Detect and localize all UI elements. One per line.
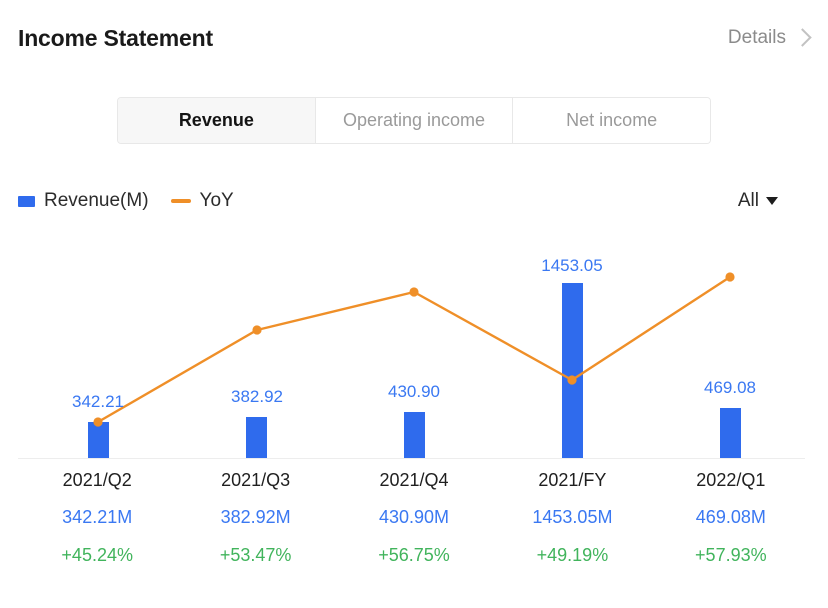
- bar-label-2021-fy: 1453.05: [541, 256, 602, 275]
- legend-line-swatch-icon: [170, 199, 191, 203]
- bar-label-2021-q4: 430.90: [388, 382, 440, 401]
- legend-label-revenue: Revenue(M): [44, 190, 149, 211]
- table-column-2022-q1: 2022/Q1 469.08M +57.93%: [652, 462, 810, 574]
- revenue-value: 1453.05M: [532, 506, 613, 527]
- revenue-value: 382.92M: [220, 506, 291, 527]
- details-label: Details: [727, 27, 786, 48]
- bar-2021-q3[interactable]: [246, 417, 267, 458]
- range-selector[interactable]: All: [738, 190, 810, 212]
- tab-group: Revenue Operating income Net income: [117, 97, 711, 144]
- chart-axis-baseline: [18, 458, 805, 459]
- table-column-2021-fy: 2021/FY 1453.05M +49.19%: [493, 462, 651, 574]
- bar-2021-q4[interactable]: [404, 412, 425, 458]
- yoy-point-2021-q4[interactable]: [409, 287, 419, 297]
- details-link[interactable]: Details: [728, 27, 808, 49]
- yoy-change: +53.47%: [219, 544, 292, 565]
- revenue-value: 469.08M: [695, 506, 766, 527]
- period-label: 2021/Q3: [221, 469, 291, 490]
- page-title: Income Statement: [18, 24, 213, 51]
- yoy-change: +49.19%: [536, 544, 609, 565]
- tab-operating-income[interactable]: Operating income: [315, 98, 514, 143]
- bar-2021-fy[interactable]: [562, 283, 583, 458]
- legend-label-yoy: YoY: [199, 190, 234, 211]
- period-label: 2022/Q1: [696, 469, 766, 490]
- tab-net-income[interactable]: Net income: [513, 98, 710, 143]
- yoy-point-2021-q2[interactable]: [93, 417, 103, 427]
- yoy-line-series: [93, 272, 735, 427]
- income-statement-chart: 342.21 382.92 430.90 1453.05 469.08: [72, 256, 756, 458]
- legend-item-revenue[interactable]: Revenue(M): [18, 190, 149, 212]
- caret-down-icon: [766, 197, 778, 205]
- tab-revenue[interactable]: Revenue: [118, 98, 316, 143]
- bar-2021-q2[interactable]: [88, 422, 109, 458]
- chart-legend: Revenue(M) YoY All: [18, 186, 810, 216]
- legend-item-yoy[interactable]: YoY: [170, 190, 234, 212]
- period-label: 2021/Q4: [379, 469, 449, 490]
- yoy-point-2021-q3[interactable]: [252, 325, 262, 335]
- yoy-change: +45.24%: [61, 544, 133, 565]
- period-label: 2021/Q2: [62, 469, 132, 490]
- bar-2022-q1[interactable]: [720, 408, 741, 458]
- chevron-right-icon: [795, 27, 808, 49]
- range-selector-value: All: [737, 190, 759, 211]
- card-header: Income Statement Details: [0, 0, 828, 76]
- legend-bar-swatch-icon: [18, 195, 35, 207]
- bar-value-labels: 342.21 382.92 430.90 1453.05 469.08: [72, 256, 756, 411]
- yoy-change: +57.93%: [695, 544, 767, 565]
- chart-plot-area: 342.21 382.92 430.90 1453.05 469.08: [0, 230, 828, 462]
- table-column-2021-q3: 2021/Q3 382.92M +53.47%: [176, 462, 334, 574]
- revenue-value: 342.21M: [62, 506, 133, 527]
- bar-label-2021-q2: 342.21: [72, 392, 124, 411]
- table-column-2021-q2: 2021/Q2 342.21M +45.24%: [18, 462, 176, 574]
- bar-label-2022-q1: 469.08: [704, 378, 756, 397]
- yoy-point-2022-q1[interactable]: [725, 272, 735, 282]
- yoy-point-2021-fy[interactable]: [567, 375, 577, 385]
- revenue-value: 430.90M: [378, 506, 450, 527]
- period-label: 2021/FY: [538, 469, 607, 490]
- table-column-2021-q4: 2021/Q4 430.90M +56.75%: [335, 462, 493, 574]
- period-data-table: 2021/Q2 342.21M +45.24% 2021/Q3 382.92M …: [18, 462, 810, 574]
- bar-label-2021-q3: 382.92: [231, 387, 283, 406]
- yoy-change: +56.75%: [378, 544, 450, 565]
